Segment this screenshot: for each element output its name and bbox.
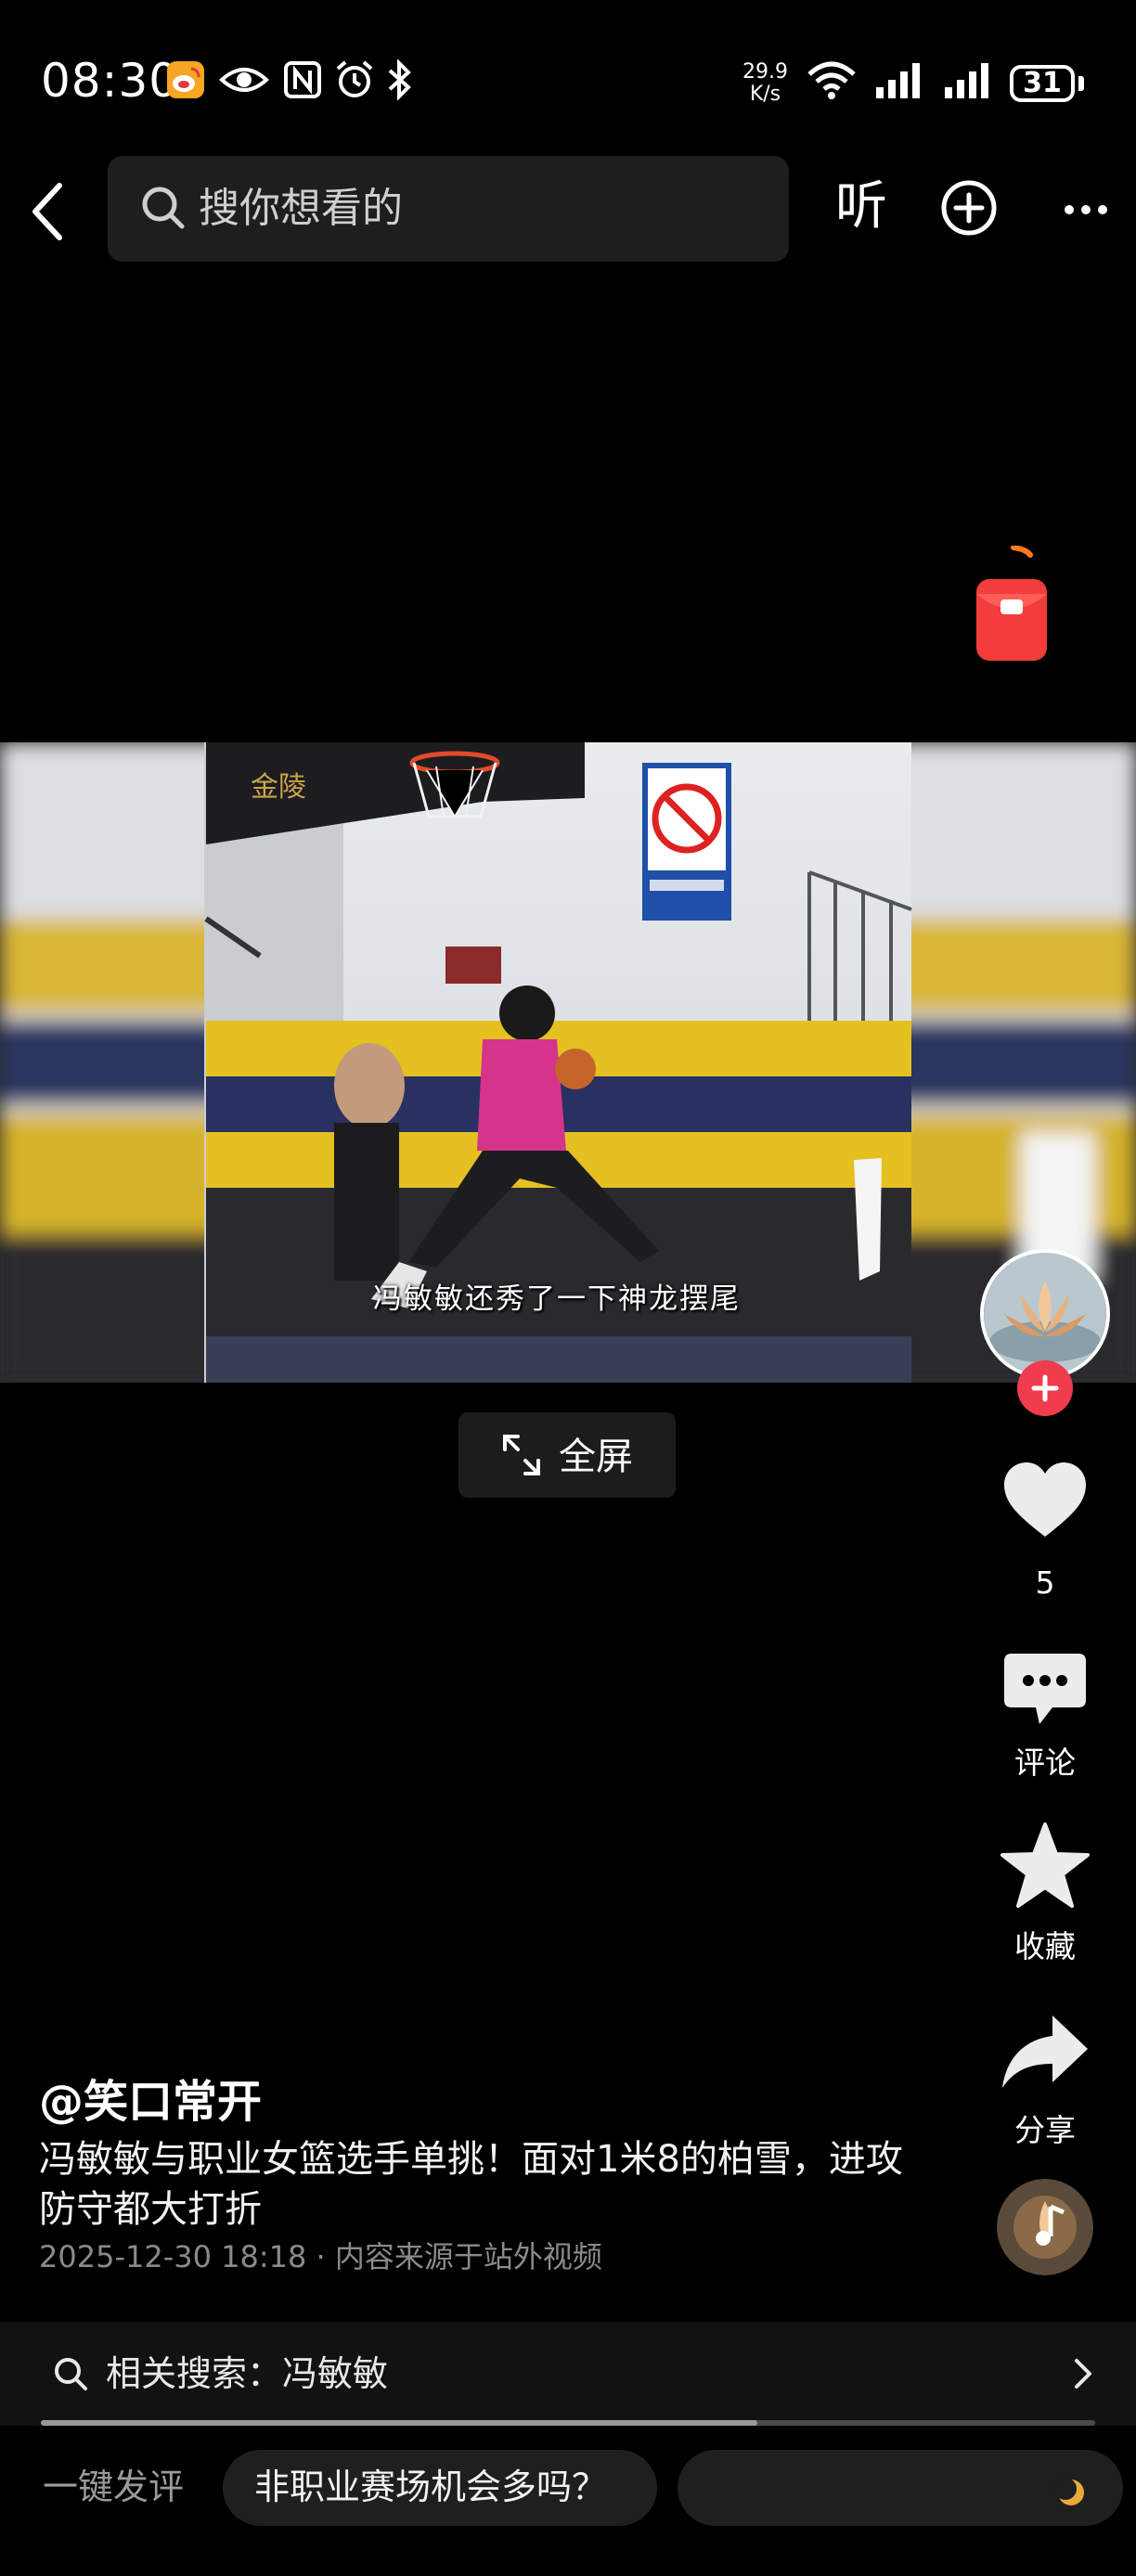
status-time: 08:30 bbox=[41, 54, 180, 108]
share-label[interactable]: 分享 bbox=[980, 2112, 1110, 2149]
related-search-label[interactable]: 相关搜索：冯敏敏 bbox=[106, 2351, 388, 2396]
lotus-avatar-image bbox=[984, 1253, 1106, 1375]
music-disc[interactable] bbox=[997, 2179, 1093, 2275]
chevron-right-icon[interactable] bbox=[1067, 2355, 1099, 2392]
more-dots-icon bbox=[1065, 205, 1107, 214]
favorite-button[interactable] bbox=[999, 1821, 1091, 1910]
search-placeholder[interactable]: 搜你想看的 bbox=[199, 184, 403, 234]
search-icon bbox=[139, 184, 187, 232]
author-avatar[interactable] bbox=[980, 1249, 1110, 1379]
suggested-comment-text[interactable]: 非职业赛场机会多吗？ bbox=[254, 2465, 607, 2509]
video-description[interactable]: 冯敏敏与职业女篮选手单挑！面对1米8的柏雪，进攻防守都大打折 bbox=[39, 2134, 930, 2235]
comment-label[interactable]: 评论 bbox=[980, 1745, 1110, 1782]
share-button[interactable] bbox=[1000, 2012, 1090, 2090]
network-speed-unit: K/s bbox=[749, 83, 781, 106]
quick-comment-label[interactable]: 一键发评 bbox=[43, 2465, 184, 2509]
nfc-icon bbox=[282, 59, 323, 100]
favorite-label[interactable]: 收藏 bbox=[980, 1928, 1110, 1965]
network-speed: 29.9 K/s bbox=[742, 61, 788, 106]
weibo-icon bbox=[165, 59, 206, 100]
comment-input-chip[interactable] bbox=[678, 2450, 1123, 2526]
back-button[interactable] bbox=[22, 176, 74, 247]
follow-button[interactable] bbox=[1017, 1360, 1073, 1416]
alarm-icon bbox=[334, 59, 375, 100]
plus-icon bbox=[1031, 1374, 1059, 1402]
fullscreen-label[interactable]: 全屏 bbox=[559, 1435, 633, 1479]
like-count: 5 bbox=[1035, 1565, 1055, 1601]
red-packet-icon[interactable] bbox=[973, 545, 1051, 664]
comment-icon bbox=[1004, 1654, 1086, 1724]
plus-circle-icon bbox=[941, 180, 997, 236]
search-icon bbox=[52, 2355, 89, 2392]
author-name[interactable]: @笑口常开 bbox=[39, 2075, 262, 2129]
battery-tip bbox=[1078, 76, 1084, 91]
like-button[interactable] bbox=[1000, 1459, 1090, 1542]
comment-button[interactable] bbox=[1002, 1652, 1088, 1728]
moon-emoji-icon bbox=[1054, 2478, 1084, 2505]
share-arrow-icon bbox=[1002, 2016, 1088, 2088]
svg-text:金陵: 金陵 bbox=[251, 771, 306, 804]
post-meta: 2025-12-30 18:18 · 内容来源于站外视频 bbox=[39, 2239, 602, 2274]
signal-icon bbox=[943, 59, 993, 100]
signal-icon bbox=[874, 59, 924, 100]
battery-indicator: 31 bbox=[1010, 65, 1075, 102]
wifi-icon bbox=[806, 59, 858, 100]
more-button[interactable] bbox=[1049, 182, 1123, 238]
expand-icon bbox=[501, 1433, 542, 1477]
add-button[interactable] bbox=[939, 178, 999, 238]
listen-button[interactable]: 听 bbox=[835, 176, 887, 238]
chevron-left-icon bbox=[32, 183, 62, 240]
bluetooth-icon bbox=[384, 58, 416, 101]
heart-icon bbox=[1004, 1462, 1086, 1537]
network-speed-value: 29.9 bbox=[742, 60, 788, 84]
star-icon bbox=[1000, 1823, 1090, 1908]
video-subtitle: 冯敏敏还秀了一下神龙摆尾 bbox=[373, 1282, 741, 1316]
music-note-icon bbox=[997, 2179, 1093, 2275]
video-progress-fill bbox=[41, 2420, 758, 2426]
eye-icon bbox=[219, 59, 269, 100]
